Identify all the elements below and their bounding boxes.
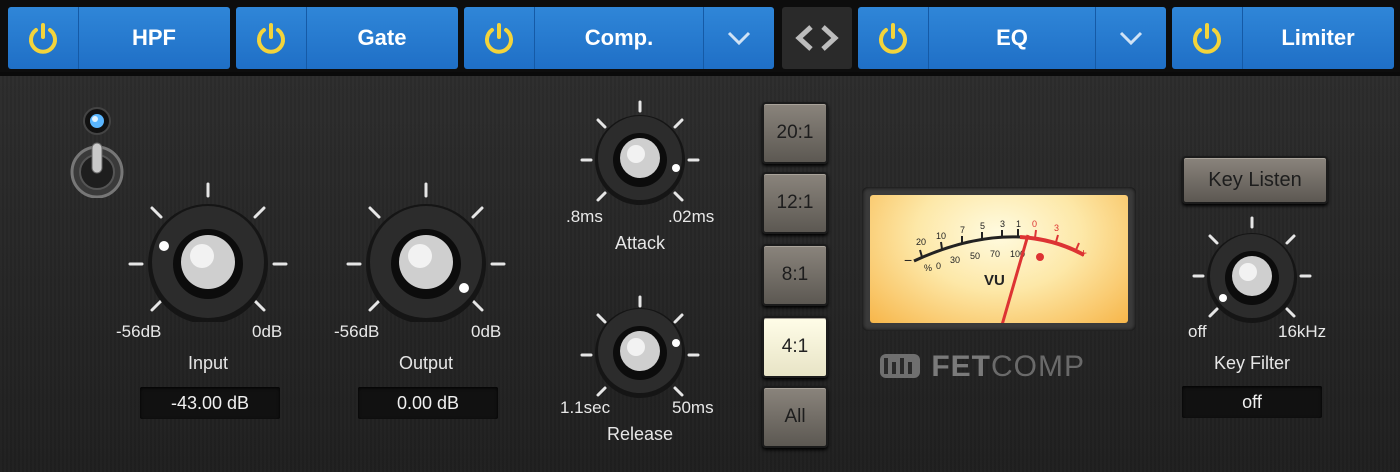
vu-meter: 20 10 7 5 3 1 0 3 % 0 30 50 70 100 − + V… (862, 187, 1136, 331)
comp-menu-button[interactable] (703, 7, 774, 69)
release-min-label: 1.1sec (560, 398, 611, 417)
key-filter-label: Key Filter (1213, 353, 1291, 373)
chevron-down-icon (727, 31, 751, 45)
gate-power-button[interactable] (236, 7, 307, 69)
release-max-label: 50ms (672, 398, 714, 417)
release-knob[interactable] (580, 295, 700, 405)
power-icon (485, 23, 513, 54)
power-icon (257, 23, 285, 54)
vu-tick-label: 0 (1032, 219, 1037, 229)
ratio-8-1-button[interactable]: 8:1 (762, 244, 828, 306)
chevron-down-icon (1119, 31, 1143, 45)
tab-label: HPF (132, 25, 176, 50)
power-icon (1193, 23, 1221, 54)
attack-max-label: .02ms (668, 207, 715, 226)
attack-label: Attack (614, 233, 666, 253)
input-value-field[interactable]: -43.00 dB (140, 387, 280, 419)
ratio-all-button[interactable]: All (762, 386, 828, 448)
input-knob[interactable] (128, 182, 288, 322)
fet-comp-logo: FETCOMP (878, 350, 1085, 384)
ratio-12-1-button[interactable]: 12:1 (762, 172, 828, 234)
tab-hpf[interactable]: HPF (8, 7, 230, 69)
input-label: Input (187, 353, 229, 373)
tab-limiter[interactable]: Limiter (1172, 7, 1394, 69)
comp-power-button[interactable] (464, 7, 535, 69)
tab-label: Gate (357, 25, 407, 50)
power-led-icon (83, 107, 111, 135)
presonus-logo-icon (880, 354, 920, 378)
key-listen-button[interactable]: Key Listen (1182, 156, 1328, 204)
vu-scale: 20 10 7 5 3 1 0 3 % 0 30 50 70 100 − + V… (904, 219, 1087, 323)
key-filter-value-field[interactable]: off (1182, 386, 1322, 418)
vu-label: VU (984, 272, 1005, 289)
vu-minus-sign: − (904, 252, 912, 268)
eq-menu-button[interactable] (1095, 7, 1166, 69)
key-filter-knob[interactable] (1192, 216, 1312, 326)
power-icon (29, 23, 57, 54)
key-filter-max-label: 16kHz (1278, 322, 1327, 341)
eq-power-button[interactable] (858, 7, 929, 69)
vu-plus-sign: + (1080, 246, 1087, 260)
vu-tick-label: 50 (970, 251, 980, 261)
output-min-label: -56dB (334, 322, 380, 341)
left-right-arrows-icon (795, 25, 839, 51)
tab-gate[interactable]: Gate (236, 7, 458, 69)
hpf-power-button[interactable] (8, 7, 79, 69)
tab-label: Comp. (584, 25, 654, 50)
key-filter-min-label: off (1188, 322, 1207, 341)
output-max-label: 0dB (471, 322, 502, 341)
vu-tick-label: 30 (950, 255, 960, 265)
tab-label: Limiter (1281, 25, 1355, 50)
vu-tick-label: 0 (936, 261, 941, 271)
tab-label: EQ (996, 25, 1028, 50)
vu-meter-face: 20 10 7 5 3 1 0 3 % 0 30 50 70 100 − + V… (870, 195, 1128, 323)
tab-comp[interactable]: Comp. (464, 7, 774, 69)
vu-tick-label: 1 (1016, 219, 1021, 229)
attack-knob[interactable] (580, 100, 700, 210)
ratio-4-1-button[interactable]: 4:1 (762, 316, 828, 378)
bypass-toggle-switch[interactable] (68, 140, 126, 198)
vu-tick-label: 3 (1054, 223, 1059, 233)
input-max-label: 0dB (252, 322, 283, 341)
vu-tick-label: 70 (990, 249, 1000, 259)
vu-tick-label: 7 (960, 225, 965, 235)
attack-min-label: .8ms (566, 207, 603, 226)
power-icon (879, 23, 907, 54)
output-knob[interactable] (346, 182, 506, 322)
input-min-label: -56dB (116, 322, 162, 341)
brand-comp: COMP (991, 350, 1086, 383)
vu-tick-label: 3 (1000, 219, 1005, 229)
module-tab-bar: HPF Gate Comp. EQ Limiter (0, 0, 1400, 72)
brand-fet: FET (931, 350, 992, 383)
move-module-button[interactable] (782, 7, 852, 69)
limiter-power-button[interactable] (1172, 7, 1243, 69)
output-value-field[interactable]: 0.00 dB (358, 387, 498, 419)
vu-tick-label: % (924, 263, 932, 273)
release-label: Release (606, 424, 674, 444)
vu-tick-label: 20 (916, 237, 926, 247)
vu-tick-label: 10 (936, 231, 946, 241)
ratio-20-1-button[interactable]: 20:1 (762, 102, 828, 164)
output-label: Output (398, 353, 454, 373)
tab-eq[interactable]: EQ (858, 7, 1166, 69)
vu-tick-label: 5 (980, 221, 985, 231)
